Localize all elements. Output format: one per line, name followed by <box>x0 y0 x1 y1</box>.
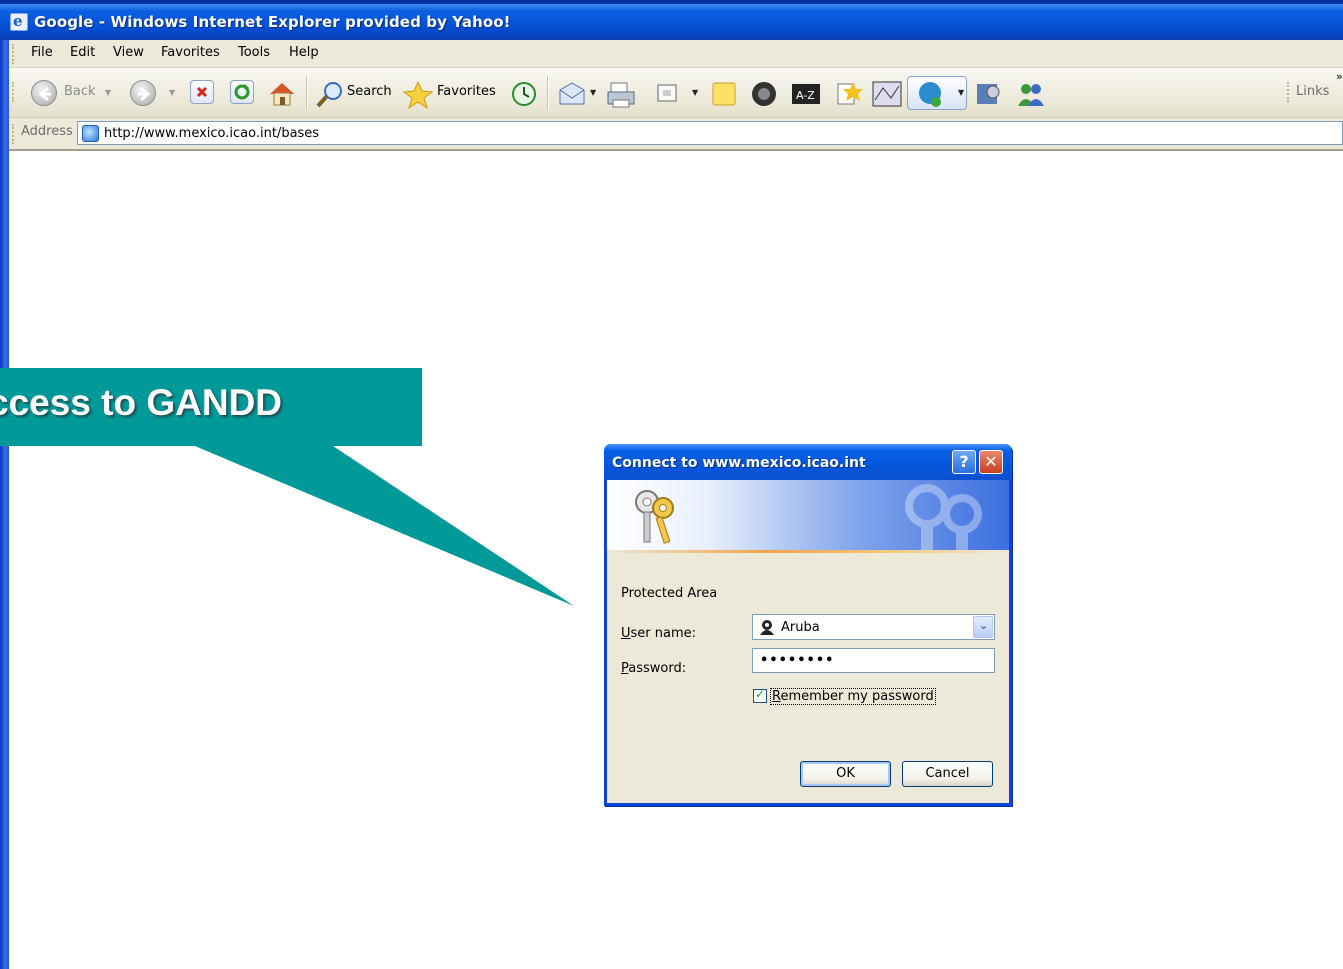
callout-text: ccess to GANDD <box>0 382 283 423</box>
notes-icon[interactable] <box>710 80 738 106</box>
addressbar-grip-icon[interactable] <box>12 124 15 144</box>
messenger-dropdown-icon[interactable]: ▼ <box>958 88 964 97</box>
toolbar-separator <box>306 76 307 110</box>
address-url[interactable]: http://www.mexico.icao.int/bases <box>104 126 319 141</box>
mail-icon[interactable] <box>557 80 587 106</box>
window-title: Google - Windows Internet Explorer provi… <box>34 13 511 31</box>
password-value[interactable]: •••••••• <box>760 653 834 668</box>
back-button-label[interactable]: Back <box>64 84 96 99</box>
menu-tools[interactable]: Tools <box>238 45 270 60</box>
password-field[interactable]: •••••••• <box>752 648 995 673</box>
username-dropdown-button[interactable]: ⌄ <box>973 616 993 638</box>
svg-text:A-Z: A-Z <box>796 89 815 102</box>
mail-dropdown-icon[interactable]: ▼ <box>590 88 596 97</box>
encyclopedia-icon[interactable]: A-Z <box>790 80 822 106</box>
search-button-label[interactable]: Search <box>347 84 392 99</box>
password-label: Password: <box>621 661 686 676</box>
dialog-banner <box>607 480 1009 553</box>
stop-icon[interactable] <box>190 80 214 104</box>
links-grip-icon[interactable] <box>1287 82 1290 102</box>
username-value[interactable]: Aruba <box>781 620 820 635</box>
password-label-text: assword: <box>628 661 687 676</box>
page-globe-icon <box>82 125 99 142</box>
menu-file[interactable]: File <box>31 45 53 60</box>
remember-label-text: emember my password <box>780 689 934 704</box>
toolbar-grip-icon[interactable] <box>12 82 15 102</box>
search-icon[interactable] <box>313 80 345 108</box>
print-icon[interactable] <box>605 80 639 108</box>
dialog-body: Protected Area User name: Aruba ⌄ Passwo… <box>607 480 1009 803</box>
favorites-star-icon[interactable] <box>402 80 434 110</box>
messenger-icon[interactable] <box>749 80 779 106</box>
links-label[interactable]: Links <box>1296 84 1329 99</box>
close-button[interactable]: ✕ <box>979 450 1003 474</box>
ie-logo-icon: e <box>10 12 28 31</box>
window-titlebar[interactable]: e Google - Windows Internet Explorer pro… <box>0 0 1343 40</box>
username-label: User name: <box>621 626 696 641</box>
keys-watermark-icon <box>905 484 982 550</box>
forward-arrow-icon[interactable] <box>130 80 156 106</box>
checkmark-icon: ✓ <box>755 687 766 701</box>
home-icon[interactable] <box>267 80 297 106</box>
ie-window: e Google - Windows Internet Explorer pro… <box>0 0 1343 969</box>
address-label: Address <box>21 124 73 139</box>
remember-password-checkbox[interactable]: ✓ <box>753 687 767 703</box>
menu-edit[interactable]: Edit <box>70 45 95 60</box>
help-button[interactable]: ? <box>952 450 976 474</box>
menu-help[interactable]: Help <box>289 45 319 60</box>
map-icon[interactable] <box>871 80 903 107</box>
login-dialog: Connect to www.mexico.icao.int ? ✕ Prote… <box>604 444 1012 806</box>
edit-dropdown-icon[interactable]: ▼ <box>692 88 698 97</box>
address-input[interactable]: http://www.mexico.icao.int/bases <box>77 121 1343 145</box>
refresh-icon[interactable] <box>230 80 254 104</box>
username-label-text: ser name: <box>630 626 697 641</box>
chevron-down-icon: ⌄ <box>979 619 989 632</box>
callout-box: ccess to GANDD <box>0 368 422 446</box>
address-bar: Address http://www.mexico.icao.int/bases <box>9 118 1343 151</box>
cancel-button[interactable]: Cancel <box>902 761 993 787</box>
menubar-grip-icon[interactable] <box>12 44 15 64</box>
window-left-border <box>0 0 9 969</box>
dictionary-icon[interactable] <box>974 80 1004 106</box>
history-icon[interactable] <box>509 80 539 106</box>
back-arrow-icon[interactable] <box>31 80 57 106</box>
user-avatar-icon <box>760 620 774 635</box>
research-icon[interactable] <box>833 80 863 106</box>
edit-icon[interactable] <box>655 80 679 106</box>
standard-toolbar: Back ▼ ▼ Search Favorites ▼ ▼ A-Z ▼ Link… <box>9 68 1343 118</box>
back-dropdown-icon[interactable]: ▼ <box>105 88 111 97</box>
ok-button[interactable]: OK <box>800 761 891 787</box>
chevron-more-icon[interactable]: » <box>1336 70 1343 83</box>
username-accesskey: U <box>621 626 631 641</box>
realm-label: Protected Area <box>621 586 718 601</box>
toolbar-separator <box>547 76 548 110</box>
dialog-titlebar[interactable]: Connect to www.mexico.icao.int ? ✕ <box>604 444 1012 480</box>
forward-dropdown-icon[interactable]: ▼ <box>169 88 175 97</box>
username-combobox[interactable]: Aruba ⌄ <box>752 614 995 640</box>
favorites-button-label[interactable]: Favorites <box>437 84 496 99</box>
remember-password-label[interactable]: Remember my password <box>770 688 936 705</box>
menu-view[interactable]: View <box>113 45 144 60</box>
keys-icon <box>635 490 674 544</box>
menu-bar: File Edit View Favorites Tools Help <box>9 40 1343 68</box>
dialog-title: Connect to www.mexico.icao.int <box>612 455 866 471</box>
menu-favorites[interactable]: Favorites <box>161 45 220 60</box>
people-icon[interactable] <box>1014 80 1048 106</box>
